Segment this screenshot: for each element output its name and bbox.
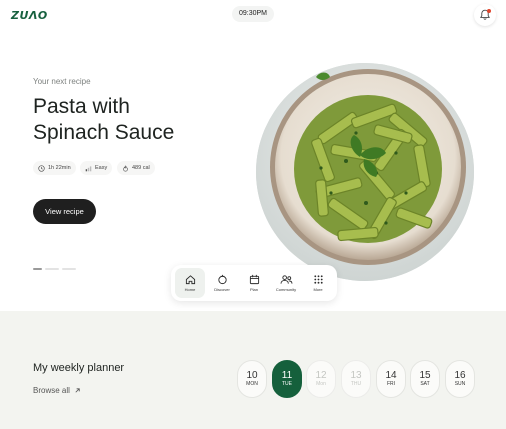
- day-weekday: THU: [350, 381, 362, 387]
- recipe-title: Pasta with Spinach Sauce: [33, 94, 233, 146]
- recipe-title-line-2: Spinach Sauce: [33, 121, 175, 144]
- nav-discover[interactable]: Discover: [207, 268, 237, 298]
- grid-icon: [313, 275, 323, 284]
- day-number: 14: [385, 370, 397, 381]
- nav-community[interactable]: Community: [271, 268, 301, 298]
- nav-community-label: Community: [275, 287, 297, 292]
- recipe-photo: [256, 63, 474, 281]
- day-number: 15: [419, 370, 431, 381]
- day-number: 11: [281, 370, 293, 381]
- nav-more-label: More: [313, 287, 323, 292]
- arrow-up-right-icon: [75, 388, 80, 393]
- day-pill-15[interactable]: 15 SAT: [410, 360, 440, 398]
- day-number: 10: [246, 370, 258, 381]
- clock-time: 09:30PM: [232, 6, 274, 22]
- carousel-dot[interactable]: [45, 268, 59, 270]
- meta-time-label: 1h 22min: [48, 165, 71, 171]
- home-icon: [185, 275, 195, 285]
- nav-home[interactable]: Home: [175, 268, 205, 298]
- meta-calories-label: 489 cal: [132, 165, 150, 171]
- day-weekday: Mon: [316, 381, 326, 387]
- pasta-dish-illustration: [256, 63, 474, 281]
- meta-calories: 489 cal: [117, 161, 155, 175]
- day-pill-14[interactable]: 14 FRI: [376, 360, 406, 398]
- flame-icon: [123, 165, 128, 172]
- day-weekday: MON: [246, 381, 258, 387]
- bottom-navigation: Home Discover Plan Community More: [171, 265, 337, 301]
- notification-dot: [487, 9, 491, 13]
- day-weekday: SAT: [420, 381, 430, 387]
- day-pill-10[interactable]: 10 MON: [237, 360, 267, 398]
- day-pill-11[interactable]: 11 TUE: [272, 360, 302, 398]
- day-number: 12: [315, 370, 327, 381]
- planner-title: My weekly planner: [33, 362, 125, 374]
- people-icon: [280, 275, 292, 284]
- carousel-dot[interactable]: [62, 268, 76, 270]
- day-weekday: SUN: [454, 381, 466, 387]
- difficulty-bars-icon: [85, 165, 92, 171]
- browse-all-label: Browse all: [33, 386, 70, 395]
- recipe-title-line-1: Pasta with: [33, 95, 130, 118]
- day-pill-12[interactable]: 12 Mon: [306, 360, 336, 398]
- brand-logo[interactable]: ZUΛO: [11, 9, 48, 22]
- carousel-indicator: [33, 268, 76, 270]
- browse-all-link[interactable]: Browse all: [33, 386, 81, 395]
- day-weekday: FRI: [386, 381, 396, 387]
- nav-discover-label: Discover: [214, 287, 230, 292]
- day-number: 13: [350, 370, 362, 381]
- meta-difficulty-label: Easy: [95, 165, 108, 171]
- day-weekday: TUE: [282, 381, 292, 387]
- view-recipe-button[interactable]: View recipe: [33, 199, 96, 224]
- clock-icon: [38, 164, 45, 172]
- nav-home-label: Home: [184, 287, 196, 292]
- meta-difficulty: Easy: [80, 161, 113, 175]
- day-pill-16[interactable]: 16 SUN: [445, 360, 475, 398]
- day-pill-13[interactable]: 13 THU: [341, 360, 371, 398]
- discover-icon: [217, 274, 227, 285]
- carousel-dot[interactable]: [33, 268, 42, 270]
- notifications-button[interactable]: [474, 4, 496, 26]
- nav-plan-label: Plan: [249, 287, 258, 292]
- day-number: 16: [454, 370, 466, 381]
- hero-eyebrow: Your next recipe: [33, 77, 91, 86]
- nav-more[interactable]: More: [303, 268, 333, 298]
- nav-plan[interactable]: Plan: [239, 268, 269, 298]
- calendar-icon: [249, 274, 259, 285]
- meta-time: 1h 22min: [33, 161, 76, 175]
